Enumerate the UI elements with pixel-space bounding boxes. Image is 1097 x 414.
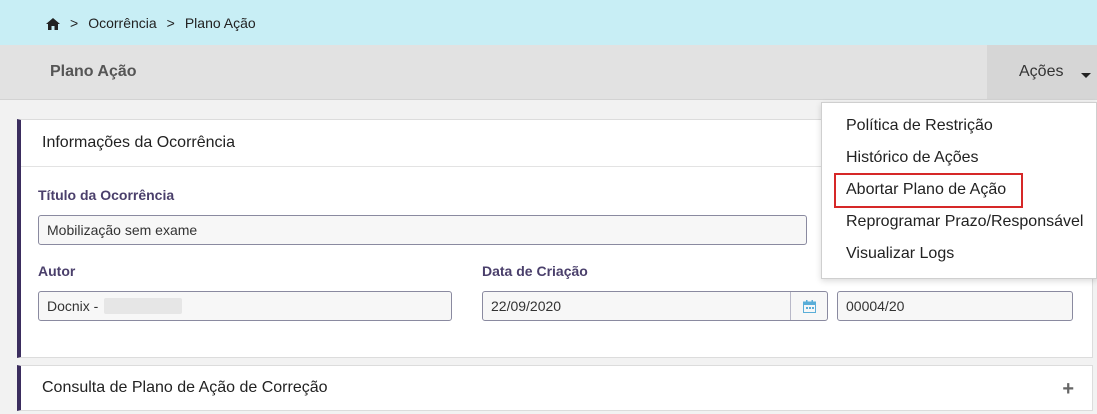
autor-field[interactable]: Docnix - <box>38 291 452 321</box>
highlight-box <box>834 173 1023 208</box>
codigo-value: 00004/20 <box>846 298 905 314</box>
redacted-name <box>104 298 183 314</box>
panel-title: Consulta de Plano de Ação de Correção <box>42 379 328 396</box>
breadcrumb-ocorrencia[interactable]: Ocorrência <box>88 15 156 31</box>
menu-item-reprogramar[interactable]: Reprogramar Prazo/Responsável <box>846 213 1083 231</box>
actions-dropdown-button[interactable]: Ações <box>987 45 1097 99</box>
panel-consulta-plano-acao[interactable]: Consulta de Plano de Ação de Correção + <box>17 365 1093 411</box>
plus-icon[interactable]: + <box>1062 378 1074 401</box>
breadcrumb: > Ocorrência > Plano Ação <box>0 0 1097 45</box>
home-icon[interactable] <box>46 17 60 30</box>
breadcrumb-separator: > <box>70 14 79 31</box>
autor-value: Docnix - <box>47 298 99 314</box>
page-title: Plano Ação <box>50 63 137 80</box>
titulo-value: Mobilização sem exame <box>47 222 198 238</box>
calendar-icon[interactable] <box>790 292 827 320</box>
data-criacao-field[interactable]: 22/09/2020 <box>482 291 828 321</box>
titulo-field[interactable]: Mobilização sem exame <box>38 215 807 245</box>
caret-down-icon <box>1081 72 1092 78</box>
autor-label: Autor <box>38 263 76 279</box>
data-criacao-label: Data de Criação <box>482 263 588 279</box>
menu-item-visualizar-logs[interactable]: Visualizar Logs <box>846 245 954 263</box>
menu-item-politica-restricao[interactable]: Política de Restrição <box>846 117 993 135</box>
breadcrumb-plano-acao[interactable]: Plano Ação <box>185 15 256 31</box>
breadcrumb-separator: > <box>166 14 175 31</box>
data-criacao-value: 22/09/2020 <box>491 298 562 314</box>
titulo-label: Título da Ocorrência <box>38 187 175 203</box>
actions-button-label: Ações <box>1019 63 1064 80</box>
page-header: Plano Ação <box>0 45 1097 100</box>
menu-item-historico-acoes[interactable]: Histórico de Ações <box>846 149 979 167</box>
codigo-field[interactable]: 00004/20 <box>837 291 1073 321</box>
